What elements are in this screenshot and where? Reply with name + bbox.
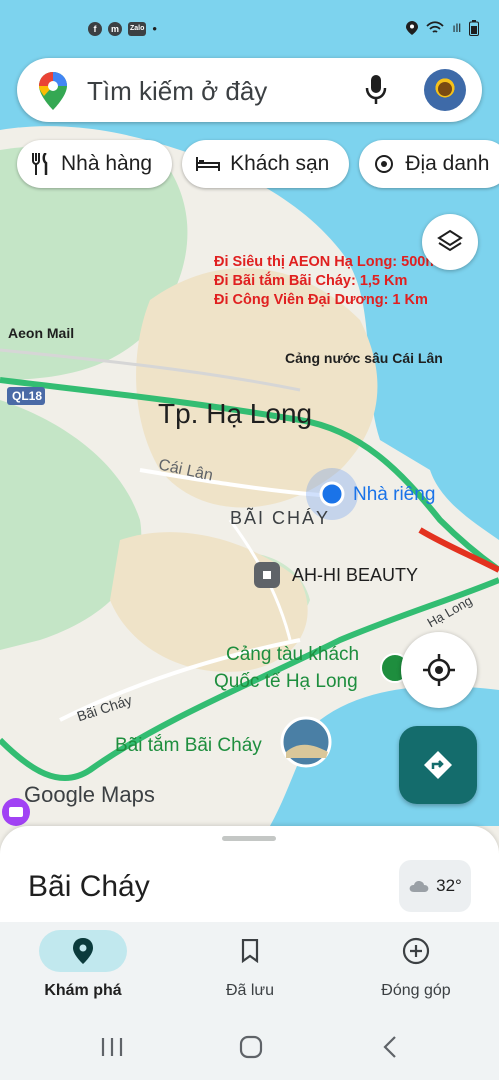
landmark-icon: [375, 155, 394, 173]
system-icons: ıll: [406, 20, 479, 36]
aeon-mall-label[interactable]: Aeon Mail: [8, 325, 74, 341]
user-avatar[interactable]: [424, 69, 466, 111]
nav-contribute[interactable]: Đóng góp: [346, 930, 486, 1000]
chip-attractions[interactable]: Địa danh: [359, 140, 499, 188]
recent-apps-icon[interactable]: [100, 1036, 124, 1058]
ql18-label: QL18: [12, 389, 43, 403]
bed-icon: [196, 157, 221, 171]
layers-icon: [437, 229, 463, 252]
chip-hotels[interactable]: Khách sạn: [182, 140, 350, 188]
nav-saved[interactable]: Đã lưu: [180, 930, 320, 1000]
my-location-dot: [319, 481, 345, 507]
port-label-line2[interactable]: Quốc tế Hạ Long: [214, 671, 358, 693]
beach-label[interactable]: Bãi tắm Bãi Cháy: [115, 735, 262, 757]
system-navigation-bar: [0, 1020, 499, 1080]
bottom-navigation: Khám phá Đã lưu Đóng góp: [0, 922, 499, 1020]
more-notifications-icon: •: [152, 21, 157, 36]
home-label[interactable]: Nhà riêng: [353, 484, 435, 506]
chip-restaurants-label: Nhà hàng: [61, 152, 153, 175]
port-cai-lan-label[interactable]: Cảng nước sâu Cái Lân: [285, 350, 443, 366]
beach-photo-marker: [280, 716, 332, 768]
directions-button[interactable]: [399, 726, 477, 804]
sheet-drag-handle[interactable]: [222, 836, 276, 841]
nav-explore[interactable]: Khám phá: [13, 930, 153, 1000]
area-title: Bãi Cháy: [28, 870, 150, 903]
bottom-sheet[interactable]: Bãi Cháy 32°: [0, 826, 499, 926]
facebook-icon: f: [88, 21, 102, 36]
add-circle-icon: [402, 937, 430, 965]
my-location-button[interactable]: [401, 632, 477, 708]
port-label-line1[interactable]: Cảng tàu khách: [226, 644, 359, 666]
search-placeholder[interactable]: Tìm kiếm ở đây: [87, 76, 267, 107]
directions-icon: [424, 751, 452, 779]
chip-hotels-label: Khách sạn: [230, 152, 330, 175]
wifi-icon: [426, 21, 444, 33]
status-bar: f m Zalo • ıll: [0, 0, 499, 58]
category-chips: Nhà hàng Khách sạn Địa danh: [17, 140, 499, 188]
microphone-icon[interactable]: [365, 74, 387, 106]
cloud-icon: [409, 881, 429, 892]
zalo-icon: Zalo: [128, 21, 147, 36]
ah-hi-beauty-label[interactable]: AH-HI BEAUTY: [292, 565, 418, 586]
nav-explore-label: Khám phá: [44, 982, 122, 999]
crosshair-icon: [423, 654, 455, 686]
nav-contribute-label: Đóng góp: [381, 982, 451, 999]
back-icon[interactable]: [382, 1035, 398, 1059]
messenger-icon: m: [108, 21, 122, 36]
fork-knife-icon: [32, 153, 48, 175]
explore-pin-icon: [73, 938, 93, 964]
layers-button[interactable]: [422, 214, 478, 270]
weather-badge[interactable]: 32°: [399, 860, 471, 912]
bookmark-icon: [241, 939, 259, 963]
google-maps-logo: Google Maps: [24, 782, 155, 807]
search-bar[interactable]: Tìm kiếm ở đây: [17, 58, 482, 122]
district-label: BÃI CHÁY: [230, 508, 331, 528]
distance-annotations: Đi Siêu thị AEON Hạ Long: 500m Đi Bãi tắ…: [214, 253, 438, 310]
location-icon: [406, 21, 419, 35]
annotation-aeon: Đi Siêu thị AEON Hạ Long: 500m: [214, 254, 439, 270]
chip-attractions-label: Địa danh: [405, 152, 490, 175]
signal-icon: ıll: [452, 21, 461, 35]
home-icon[interactable]: [238, 1034, 264, 1060]
temperature: 32°: [436, 876, 462, 895]
annotation-ocean-park: Đi Công Viên Đại Dương: 1 Km: [214, 292, 428, 308]
battery-icon: [469, 20, 479, 36]
city-label[interactable]: Tp. Hạ Long: [158, 398, 312, 430]
nav-explore-pill: [39, 930, 127, 972]
nav-saved-pill: [206, 930, 294, 972]
chip-restaurants[interactable]: Nhà hàng: [17, 140, 173, 188]
google-maps-pin-icon: [39, 72, 67, 110]
nav-contribute-pill: [372, 930, 460, 972]
nav-saved-label: Đã lưu: [225, 982, 275, 999]
notification-icons: f m Zalo •: [88, 21, 157, 36]
annotation-beach: Đi Bãi tắm Bãi Cháy: 1,5 Km: [214, 273, 408, 289]
